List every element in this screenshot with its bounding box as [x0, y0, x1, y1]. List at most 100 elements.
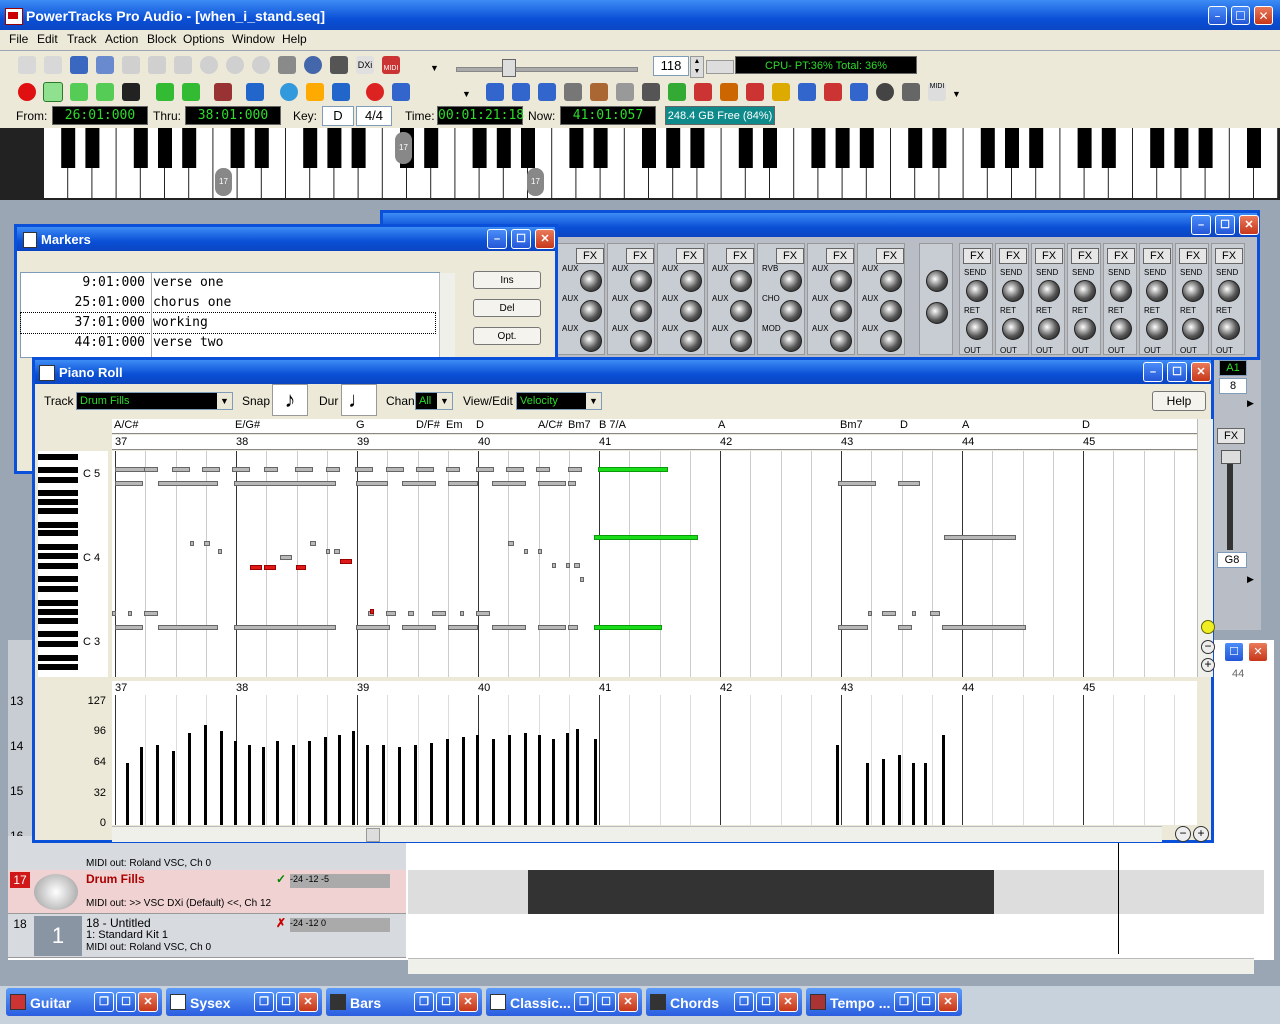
velocity-bar[interactable] [292, 745, 295, 825]
black-key[interactable] [496, 128, 511, 168]
now-position[interactable]: 41:01:057 [560, 106, 656, 125]
velocity-bar[interactable] [462, 737, 465, 825]
zoom-out-icon[interactable]: − [1201, 640, 1215, 654]
tracks-maximize-button[interactable]: ☐ [1224, 642, 1244, 662]
lyrics-view-icon[interactable] [772, 83, 790, 101]
fx-button[interactable]: FX [963, 248, 991, 264]
sync-icon[interactable] [392, 83, 410, 101]
midi-note[interactable] [448, 625, 478, 630]
mixer-minimize-button[interactable]: – [1191, 215, 1211, 235]
aux-knob[interactable] [730, 330, 752, 352]
aux-knob[interactable] [730, 270, 752, 292]
midi-note[interactable] [204, 541, 210, 546]
close-button[interactable]: ✕ [938, 992, 958, 1012]
midi-note[interactable] [310, 541, 316, 546]
midi-note[interactable] [568, 625, 578, 630]
midi-note[interactable] [112, 611, 116, 616]
aux-knob[interactable] [780, 300, 802, 322]
velocity-bar[interactable] [912, 763, 915, 825]
h-zoom-in-icon[interactable]: + [1193, 826, 1209, 842]
chords-view-icon[interactable] [538, 83, 556, 101]
master-knob[interactable] [926, 270, 948, 292]
track-horizontal-scrollbar[interactable] [408, 958, 1254, 974]
track-row-18[interactable]: 18 1 18 - Untitled 1: Standard Kit 1 MID… [8, 914, 406, 958]
velocity-bar[interactable] [524, 733, 527, 825]
velocity-bar[interactable] [576, 729, 579, 825]
roll-black-key[interactable] [38, 618, 78, 624]
velocity-bar[interactable] [126, 763, 129, 825]
save-icon[interactable] [70, 56, 88, 74]
roll-black-key[interactable] [38, 508, 78, 514]
velocity-bar[interactable] [276, 741, 279, 825]
aux-knob[interactable] [830, 330, 852, 352]
marker-delete-button[interactable]: Del [473, 299, 541, 317]
velocity-bar[interactable] [308, 741, 311, 825]
midi-note-selected[interactable] [264, 565, 276, 570]
task-classic[interactable]: Classic... ❐ ☐ ✕ [486, 988, 642, 1016]
bar-ruler[interactable]: 37 38 39 40 41 42 43 44 45 [112, 435, 1197, 450]
fx-button[interactable]: FX [726, 248, 754, 264]
aux-knob[interactable] [780, 330, 802, 352]
midi-note[interactable] [264, 467, 278, 472]
send-knob[interactable] [966, 318, 988, 340]
tap-tempo-button[interactable] [706, 60, 734, 74]
black-key[interactable] [254, 128, 269, 168]
roll-black-key[interactable] [38, 490, 78, 496]
roll-black-key[interactable] [38, 631, 78, 637]
chord-symbol[interactable]: G [356, 419, 365, 431]
restore-button[interactable]: ❐ [574, 992, 594, 1012]
cut-icon[interactable] [122, 56, 140, 74]
aux-knob[interactable] [630, 270, 652, 292]
aux-knob[interactable] [680, 330, 702, 352]
midi-note[interactable] [448, 481, 478, 486]
tempo-input[interactable]: 118 [653, 56, 689, 76]
black-key[interactable] [85, 128, 100, 168]
black-key[interactable] [763, 128, 777, 168]
fx-button[interactable]: FX [776, 248, 804, 264]
duration-note-icon[interactable]: ♩ [341, 384, 377, 416]
black-key[interactable] [569, 128, 584, 168]
roll-black-key[interactable] [38, 499, 78, 505]
midi-note[interactable] [838, 625, 868, 630]
midi-note[interactable] [536, 467, 550, 472]
meter-icon[interactable] [214, 83, 232, 101]
restore-button[interactable]: ❐ [734, 992, 754, 1012]
midi-note[interactable] [190, 541, 194, 546]
markers-view-icon[interactable] [876, 83, 894, 101]
maximize-button[interactable]: ☐ [596, 992, 616, 1012]
velocity-bar[interactable] [262, 747, 265, 825]
velocity-bar[interactable] [898, 755, 901, 825]
track-name[interactable]: Drum Fills [86, 872, 145, 886]
markers-close-button[interactable]: ✕ [535, 229, 555, 249]
midi-note-playing[interactable] [598, 467, 668, 472]
midi-note[interactable] [202, 467, 220, 472]
black-key[interactable] [1198, 128, 1213, 168]
x-icon[interactable]: ✗ [276, 916, 286, 930]
midi-note[interactable] [326, 467, 340, 472]
black-key[interactable] [690, 128, 705, 168]
maximize-button[interactable]: ☐ [916, 992, 936, 1012]
midi-note[interactable] [476, 611, 490, 616]
midi-note[interactable] [566, 563, 570, 568]
bars-view-icon[interactable] [512, 83, 530, 101]
fx-button[interactable]: FX [826, 248, 854, 264]
piano-roll-maximize-button[interactable]: ☐ [1167, 362, 1187, 382]
black-key[interactable] [327, 128, 342, 168]
send-knob[interactable] [1002, 318, 1024, 340]
tempo-map-icon[interactable] [798, 83, 816, 101]
key-signature[interactable]: D [322, 106, 354, 126]
midi-note[interactable] [218, 549, 222, 554]
instrument-view-icon[interactable] [590, 83, 608, 101]
channel-select[interactable]: All ▼ [415, 392, 453, 410]
roll-black-key[interactable] [38, 477, 78, 483]
task-guitar[interactable]: Guitar ❐ ☐ ✕ [6, 988, 162, 1016]
roll-black-key[interactable] [38, 454, 78, 460]
midi-note[interactable] [942, 625, 1026, 630]
chord-symbol[interactable]: Em [446, 419, 463, 431]
wave-view-icon[interactable] [850, 83, 868, 101]
velocity-bar[interactable] [204, 725, 207, 825]
velocity-bar[interactable] [366, 745, 369, 825]
midi-note[interactable] [158, 481, 218, 486]
velocity-bar[interactable] [324, 737, 327, 825]
chevron-down-icon[interactable]: ▼ [217, 393, 232, 409]
